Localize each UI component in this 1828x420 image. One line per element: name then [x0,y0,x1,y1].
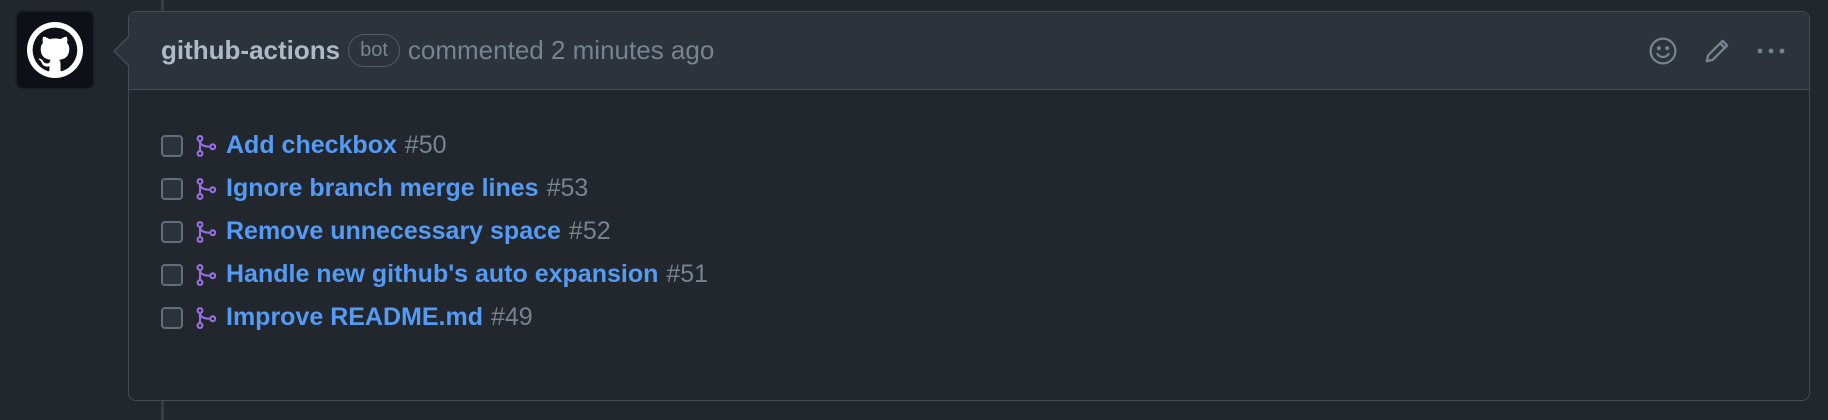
merged-pr-icon [194,305,220,331]
pr-number: #49 [490,303,533,331]
task-item: Improve README.md #49 [161,296,1809,339]
bot-badge: bot [348,34,400,67]
comment-body: Add checkbox #50 Ignore branch merge lin… [129,90,1809,339]
comment-actions [1645,33,1789,69]
comment-timestamp[interactable]: commented 2 minutes ago [408,35,714,66]
pr-link[interactable]: Improve README.md [226,303,483,332]
task-checkbox[interactable] [161,306,183,329]
pr-number: #51 [666,260,709,288]
merged-pr-icon [194,262,220,288]
task-checkbox[interactable] [161,134,183,157]
comment-pointer-fill [115,37,129,65]
pr-link[interactable]: Ignore branch merge lines [226,174,539,203]
task-item: Remove unnecessary space #52 [161,210,1809,253]
pr-link[interactable]: Remove unnecessary space [226,217,561,246]
pencil-icon[interactable] [1699,33,1735,69]
author-link[interactable]: github-actions [161,35,340,66]
github-octocat-icon [27,22,83,78]
task-checkbox[interactable] [161,177,183,200]
pr-link[interactable]: Handle new github's auto expansion [226,260,658,289]
kebab-menu-icon[interactable] [1753,33,1789,69]
pr-number: #50 [404,131,447,159]
task-list: Add checkbox #50 Ignore branch merge lin… [161,124,1809,339]
task-checkbox[interactable] [161,220,183,243]
merged-pr-icon [194,219,220,245]
smiley-icon[interactable] [1645,33,1681,69]
comment-card: github-actions bot commented 2 minutes a… [113,11,1810,401]
task-item: Ignore branch merge lines #53 [161,167,1809,210]
task-checkbox[interactable] [161,263,183,286]
task-item: Handle new github's auto expansion #51 [161,253,1809,296]
avatar[interactable] [15,10,95,90]
comment-header: github-actions bot commented 2 minutes a… [129,12,1809,90]
pr-number: #53 [546,174,589,202]
pr-link[interactable]: Add checkbox [226,131,397,160]
task-item: Add checkbox #50 [161,124,1809,167]
merged-pr-icon [194,176,220,202]
pr-number: #52 [568,217,611,245]
merged-pr-icon [194,133,220,159]
